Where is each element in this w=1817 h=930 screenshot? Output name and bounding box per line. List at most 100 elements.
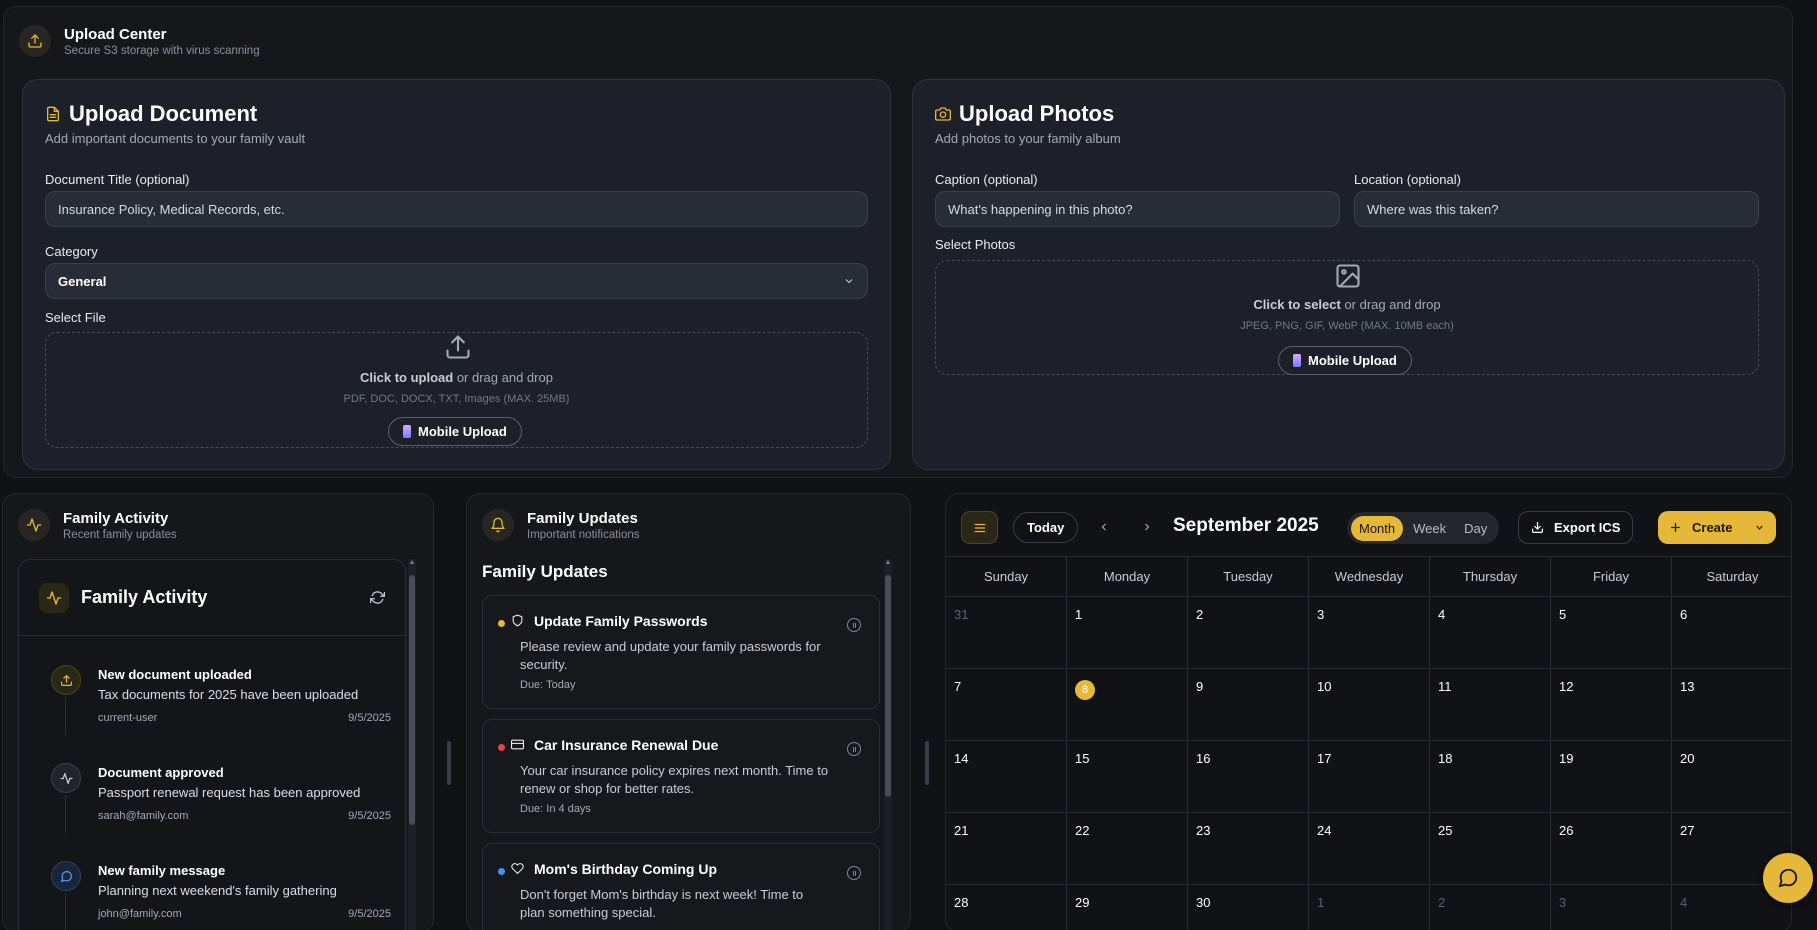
activity-title: New document uploaded	[98, 667, 252, 682]
update-due: Due: In 4 days	[520, 803, 591, 815]
month-title: September 2025	[1173, 515, 1319, 536]
day-cell[interactable]: 30	[1188, 885, 1309, 930]
activity-user: sarah@family.com	[98, 810, 189, 822]
chat-button[interactable]	[1763, 853, 1813, 903]
refresh-icon[interactable]	[370, 590, 385, 605]
pause-icon[interactable]	[847, 742, 861, 756]
location-input[interactable]: Where was this taken?	[1354, 191, 1759, 227]
day-cell[interactable]: 20	[1672, 741, 1791, 812]
day-cell[interactable]: 11	[1430, 669, 1551, 740]
activity-date: 9/5/2025	[348, 712, 391, 724]
resize-handle[interactable]	[447, 741, 451, 785]
family-activity-panel-title: Family Activity	[63, 509, 169, 527]
day-cell[interactable]: 12	[1551, 669, 1672, 740]
pause-icon[interactable]	[847, 866, 861, 880]
caption-input[interactable]: What's happening in this photo?	[935, 191, 1340, 227]
day-cell[interactable]: 5	[1551, 597, 1672, 668]
category-select[interactable]: General	[45, 263, 868, 299]
upload-photos-title: Upload Photos	[959, 101, 1115, 126]
upload-center: Upload Center Secure S3 storage with vir…	[3, 6, 1793, 478]
month-grid: Sunday Monday Tuesday Wednesday Thursday…	[946, 556, 1791, 930]
upload-icon	[51, 665, 81, 695]
menu-icon	[973, 521, 987, 535]
prev-month-button[interactable]	[1094, 517, 1114, 537]
view-month-button[interactable]: Month	[1351, 515, 1404, 541]
priority-dot	[498, 868, 505, 875]
day-cell[interactable]: 24	[1309, 813, 1430, 884]
document-icon	[45, 106, 61, 122]
chevron-left-icon	[1101, 523, 1106, 531]
activity-description: Planning next weekend's family gathering	[98, 883, 337, 898]
day-cell[interactable]: 3	[1309, 597, 1430, 668]
upload-photos-card: Upload Photos Add photos to your family …	[912, 79, 1785, 470]
create-button[interactable]: Create	[1658, 511, 1776, 544]
day-cell[interactable]: 23	[1188, 813, 1309, 884]
day-cell[interactable]: 25	[1430, 813, 1551, 884]
resize-handle[interactable]	[925, 741, 929, 785]
day-cell[interactable]: 7	[946, 669, 1067, 740]
document-dropzone[interactable]: Click to upload or drag and drop PDF, DO…	[45, 332, 868, 448]
day-cell[interactable]: 17	[1309, 741, 1430, 812]
day-cell[interactable]: 19	[1551, 741, 1672, 812]
update-card[interactable]: Mom's Birthday Coming Up Don't forget Mo…	[482, 843, 880, 930]
updates-scrollbar[interactable]: ▲	[884, 559, 892, 930]
chevron-right-icon	[1145, 523, 1150, 531]
document-mobile-upload-button[interactable]: Mobile Upload	[388, 417, 522, 446]
export-ics-button[interactable]: Export ICS	[1518, 511, 1634, 544]
calendar-week: 31 1 2 3 4 5 6	[946, 597, 1791, 669]
day-cell[interactable]: 15	[1067, 741, 1188, 812]
day-cell[interactable]: 21	[946, 813, 1067, 884]
day-cell[interactable]: 28	[946, 885, 1067, 930]
day-cell[interactable]: 22	[1067, 813, 1188, 884]
day-cell[interactable]: 10	[1309, 669, 1430, 740]
activity-icon	[51, 763, 81, 793]
today-button[interactable]: Today	[1013, 512, 1079, 543]
image-icon	[1334, 262, 1362, 290]
view-day-button[interactable]: Day	[1456, 516, 1495, 541]
day-cell[interactable]: 29	[1067, 885, 1188, 930]
day-cell[interactable]: 26	[1551, 813, 1672, 884]
day-cell[interactable]: 6	[1672, 597, 1791, 668]
upload-arrow-icon	[444, 333, 472, 361]
upload-icon	[19, 25, 51, 57]
day-cell[interactable]: 13	[1672, 669, 1791, 740]
update-card[interactable]: Update Family Passwords Please review an…	[482, 595, 880, 709]
family-updates-panel: Family Updates Important notifications F…	[466, 493, 911, 930]
day-cell-today[interactable]: 8	[1067, 669, 1188, 740]
activity-item[interactable]: New family message Planning next weekend…	[51, 861, 391, 930]
day-cell[interactable]: 1	[1067, 597, 1188, 668]
day-cell[interactable]: 31	[946, 597, 1067, 668]
menu-button[interactable]	[961, 511, 998, 544]
upload-center-title: Upload Center	[64, 25, 167, 43]
next-month-button[interactable]	[1137, 517, 1157, 537]
day-cell[interactable]: 2	[1430, 885, 1551, 930]
day-cell[interactable]: 3	[1551, 885, 1672, 930]
activity-date: 9/5/2025	[348, 908, 391, 920]
chevron-down-icon	[1754, 522, 1765, 533]
activity-item[interactable]: Document approved Passport renewal reque…	[51, 763, 391, 853]
update-description: Please review and update your family pas…	[520, 639, 821, 672]
view-week-button[interactable]: Week	[1405, 516, 1454, 541]
weekday-label: Wednesday	[1309, 557, 1430, 597]
day-cell[interactable]: 14	[946, 741, 1067, 812]
activity-scrollbar[interactable]: ▲	[408, 559, 416, 930]
activity-item[interactable]: New document uploaded Tax documents for …	[51, 665, 391, 755]
photos-dropzone[interactable]: Click to select or drag and drop JPEG, P…	[935, 260, 1759, 375]
pause-icon[interactable]	[847, 618, 861, 632]
update-title: Mom's Birthday Coming Up	[534, 861, 717, 877]
credit-card-icon	[511, 738, 524, 751]
day-cell[interactable]: 4	[1430, 597, 1551, 668]
update-description: Don't forget Mom's birthday is next week…	[520, 887, 804, 920]
day-cell[interactable]: 2	[1188, 597, 1309, 668]
activity-description: Tax documents for 2025 have been uploade…	[98, 687, 359, 702]
update-card[interactable]: Car Insurance Renewal Due Your car insur…	[482, 719, 880, 833]
update-title: Car Insurance Renewal Due	[534, 737, 719, 753]
calendar-week: 28 29 30 1 2 3 4	[946, 885, 1791, 930]
day-cell[interactable]: 16	[1188, 741, 1309, 812]
photos-mobile-upload-button[interactable]: Mobile Upload	[1278, 346, 1412, 375]
document-title-input[interactable]: Insurance Policy, Medical Records, etc.	[45, 191, 868, 227]
day-cell[interactable]: 18	[1430, 741, 1551, 812]
activity-date: 9/5/2025	[348, 810, 391, 822]
day-cell[interactable]: 1	[1309, 885, 1430, 930]
day-cell[interactable]: 9	[1188, 669, 1309, 740]
